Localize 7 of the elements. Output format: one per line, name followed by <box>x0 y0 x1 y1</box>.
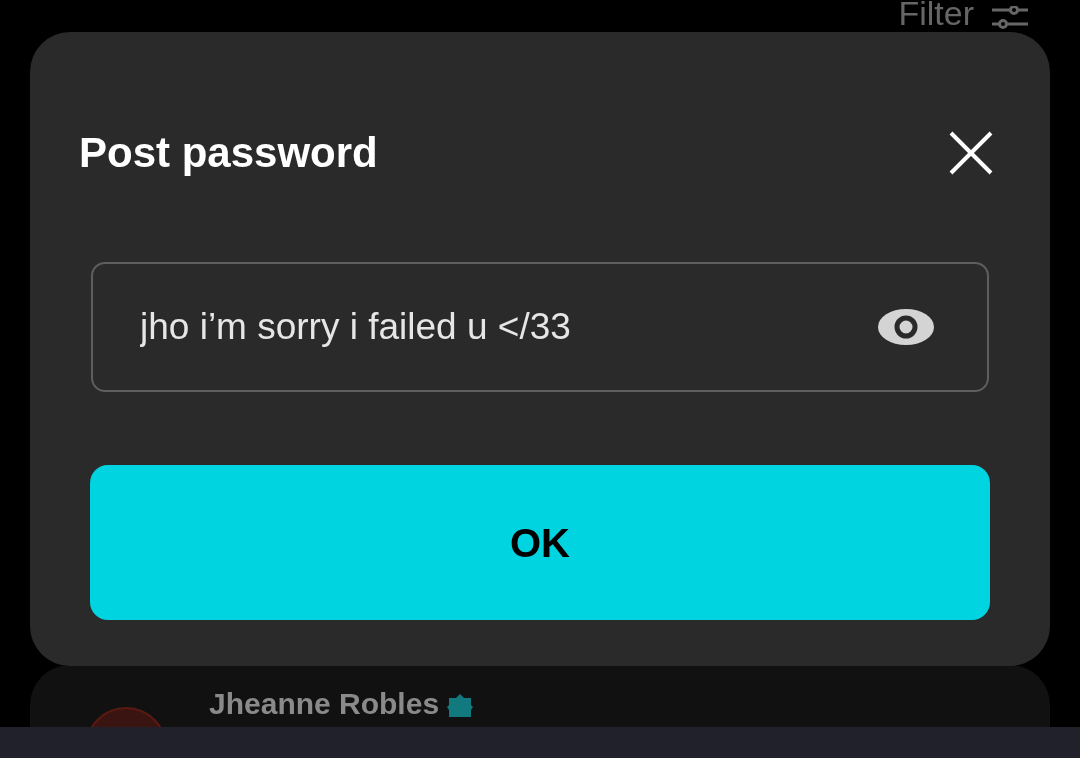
author-name: Jheanne Robles <box>209 689 440 719</box>
filter-icon[interactable] <box>992 6 1028 32</box>
filter-label[interactable]: Filter <box>898 0 974 30</box>
dialog-title: Post password <box>79 131 378 175</box>
close-button[interactable] <box>948 130 994 176</box>
ok-button[interactable]: OK <box>90 465 990 620</box>
eye-icon[interactable] <box>877 308 935 346</box>
